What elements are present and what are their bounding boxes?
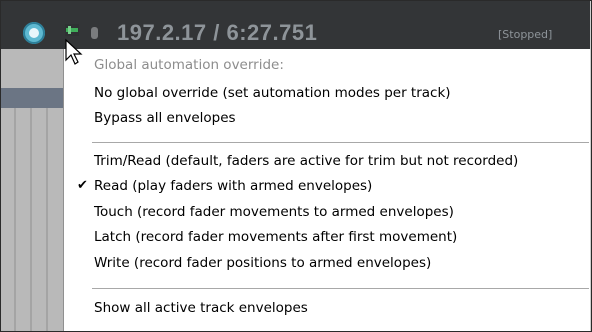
menu-item-latch[interactable]: Latch (record fader movements after firs… (94, 226, 457, 248)
mouse-cursor-icon (65, 38, 83, 65)
automation-knob-icon[interactable] (91, 27, 98, 39)
menu-separator (92, 288, 589, 289)
lane-stripe (30, 108, 32, 331)
automation-override-menu: Global automation override: No global ov… (63, 49, 590, 331)
track-lane-header (1, 88, 63, 108)
menu-item-bypass-envelopes[interactable]: Bypass all envelopes (94, 107, 236, 129)
checkmark-icon: ✔ (77, 178, 88, 193)
transport-bar: 197.2.17 / 6:27.751 [Stopped] (1, 1, 590, 49)
transport-status: [Stopped] (498, 28, 553, 41)
menu-item-no-global-override[interactable]: No global override (set automation modes… (94, 82, 451, 104)
lane-stripe (14, 108, 16, 331)
menu-header: Global automation override: (94, 57, 284, 73)
menu-item-touch[interactable]: Touch (record fader movements to armed e… (94, 201, 454, 223)
lane-stripe (46, 108, 48, 331)
menu-separator (92, 142, 589, 143)
automation-mode-icon[interactable] (65, 24, 79, 36)
time-display[interactable]: 197.2.17 / 6:27.751 (117, 20, 317, 46)
menu-item-show-active-envelopes[interactable]: Show all active track envelopes (94, 297, 308, 319)
menu-item-read[interactable]: Read (play faders with armed envelopes) (94, 175, 372, 197)
play-state-icon[interactable] (23, 22, 45, 44)
menu-item-write[interactable]: Write (record fader positions to armed e… (94, 252, 431, 274)
menu-item-trim-read[interactable]: Trim/Read (default, faders are active fo… (94, 150, 518, 172)
